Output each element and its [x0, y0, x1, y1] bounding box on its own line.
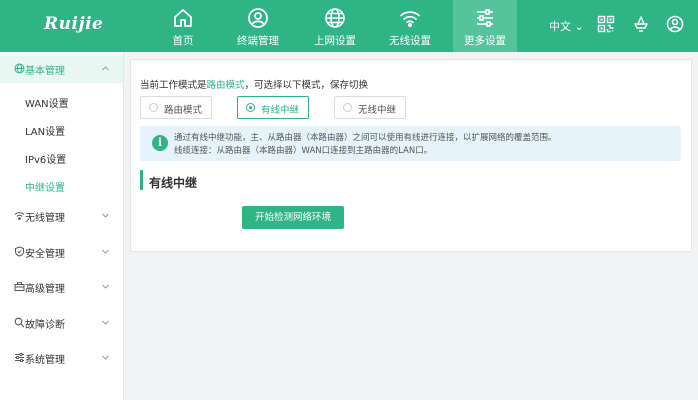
mode-suffix: ，可选择以下模式，保存切换: [244, 80, 369, 91]
sidebar-group-label: 高级管理: [25, 284, 65, 295]
nav-label: 上网设置: [314, 35, 356, 47]
sidebar-group-wireless[interactable]: 无线管理: [0, 202, 123, 230]
sidebar-group-diagnostics[interactable]: 故障诊断: [0, 309, 123, 337]
section-accent-bar: [140, 170, 143, 190]
language-selector[interactable]: 中文 ⌄: [549, 18, 584, 34]
current-mode-text: 当前工作模式是路由模式，可选择以下模式，保存切换: [140, 77, 368, 91]
mode-option-label: 有线中继: [261, 105, 300, 116]
radio-circle: [246, 103, 255, 112]
toolbox-icon: [14, 282, 25, 291]
sidebar-group-label: 基本管理: [25, 66, 65, 77]
chevron-up-icon: [102, 66, 109, 71]
user-icon: [248, 8, 268, 28]
mode-option-wireless-repeater[interactable]: 无线中继: [334, 96, 406, 119]
chevron-down-icon: [102, 320, 109, 325]
section-title: 有线中继: [149, 176, 198, 190]
info-text-line2: 线缆连接：从路由器（本路由器）WAN口连接到主路由器的LAN口。: [174, 146, 433, 156]
info-icon: i: [152, 135, 168, 151]
globe-icon: [325, 8, 345, 28]
chevron-down-icon: [102, 249, 109, 254]
radio-circle: [149, 103, 158, 112]
info-box: i 通过有线中继功能，主、从路由器（本路由器）之间可以使用有线进行连接，以扩展网…: [140, 126, 681, 161]
power-icon[interactable]: [666, 15, 684, 33]
sidebar-item-repeater[interactable]: 中继设置: [25, 179, 65, 194]
nav-label: 首页: [172, 35, 194, 47]
sidebar-group-security[interactable]: 安全管理: [0, 238, 123, 266]
mode-option-label: 路由模式: [164, 105, 203, 116]
globe-icon: [14, 63, 25, 74]
sidebar-group-label: 无线管理: [25, 213, 65, 224]
wifi-icon: [400, 11, 420, 28]
shield-icon: [15, 246, 24, 257]
settings-icon: [15, 352, 24, 363]
home-icon: [174, 9, 192, 27]
chevron-down-icon: [102, 284, 109, 289]
mode-prefix: 当前工作模式是: [140, 80, 207, 91]
sidebar-item-wan[interactable]: WAN设置: [25, 95, 69, 110]
current-mode-value: 路由模式: [206, 80, 245, 91]
mode-option-wired-repeater[interactable]: 有线中继: [237, 96, 309, 119]
nav-label: 更多设置: [464, 35, 506, 47]
sliders-icon: [477, 9, 493, 27]
info-text-line1: 通过有线中继功能，主、从路由器（本路由器）之间可以使用有线进行连接，以扩展网络的…: [174, 133, 557, 143]
ruijie-logo[interactable]: Ruijie: [44, 14, 103, 34]
qrcode-icon[interactable]: [597, 15, 615, 33]
mode-option-label: 无线中继: [358, 105, 397, 116]
hat-icon[interactable]: [632, 15, 650, 33]
chevron-down-icon: [102, 355, 109, 360]
nav-item-wireless[interactable]: 无线设置: [378, 0, 442, 52]
top-nav-bar: Ruijie 首页 终端管理 上网设置 无线设置 更多设置 中文 ⌄: [0, 0, 698, 52]
chevron-down-icon: ⌄: [574, 20, 584, 33]
sidebar-item-lan[interactable]: LAN设置: [25, 123, 65, 138]
nav-item-more-settings[interactable]: 更多设置: [453, 0, 517, 52]
chevron-down-icon: [102, 213, 109, 218]
sidebar-group-label: 故障诊断: [25, 320, 65, 331]
sidebar-group-label: 系统管理: [25, 355, 65, 366]
mode-option-router[interactable]: 路由模式: [140, 96, 212, 119]
nav-label: 终端管理: [237, 35, 279, 47]
search-icon: [14, 317, 25, 328]
nav-label: 无线设置: [389, 35, 431, 47]
sidebar-group-system[interactable]: 系统管理: [0, 344, 123, 372]
language-label: 中文: [549, 20, 571, 33]
sidebar-group-label: 安全管理: [25, 249, 65, 260]
start-detection-button[interactable]: 开始检测网络环境: [242, 206, 344, 229]
radio-circle: [343, 103, 352, 112]
nav-item-home[interactable]: 首页: [151, 0, 215, 52]
nav-item-devices[interactable]: 终端管理: [226, 0, 290, 52]
sidebar: 基本管理 WAN设置 LAN设置 IPv6设置 中继设置 无线管理 安全管理 高…: [0, 52, 124, 400]
sidebar-item-ipv6[interactable]: IPv6设置: [25, 151, 66, 166]
wifi-icon: [14, 212, 25, 220]
sidebar-group-basic[interactable]: 基本管理: [0, 55, 123, 83]
sidebar-group-advanced[interactable]: 高级管理: [0, 273, 123, 301]
nav-item-internet[interactable]: 上网设置: [303, 0, 367, 52]
